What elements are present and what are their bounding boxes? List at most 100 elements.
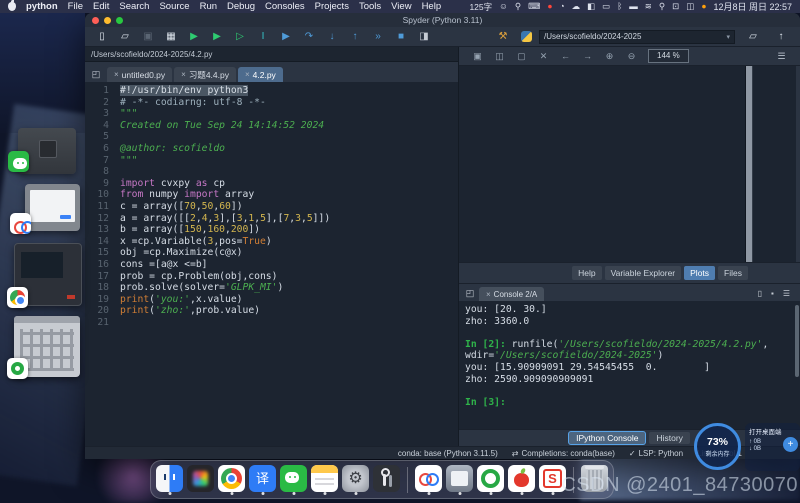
dock-launchpad[interactable] [187,463,214,496]
console-output[interactable]: you: [20. 30.]zho: 3360.0In [2]: runfile… [459,301,800,429]
emoji-icon[interactable]: ☺ [499,2,508,11]
bluetooth-icon[interactable]: ᛒ [617,2,622,11]
editor-tab-习题4.4.py[interactable]: ×习题4.4.py [174,67,236,82]
save-plot-icon[interactable]: ▣ [467,49,488,63]
console-scrollbar[interactable] [795,305,799,377]
preferences-icon[interactable]: ⚒ [492,29,514,44]
airplay-icon[interactable]: ◔ [559,2,564,11]
zoom-in-icon[interactable]: ⊕ [599,49,620,63]
options-menu-icon[interactable]: ☰ [783,289,790,298]
continue-icon[interactable]: » [367,29,389,44]
dock-keychain[interactable] [373,463,400,496]
zoom-button[interactable] [116,17,123,24]
dock-translate[interactable]: 译 [249,463,276,496]
code-editor[interactable]: 1#!/usr/bin/env python32# -*- codiarng: … [85,82,458,446]
menu-item-help[interactable]: Help [422,1,442,12]
parent-dir-icon[interactable]: ↑ [770,29,792,44]
editor-tab-untitled0.py[interactable]: ×untitled0.py [107,67,172,82]
menu-item-debug[interactable]: Debug [227,1,255,12]
completions-status[interactable]: ⇄ Completions: conda(base) [512,449,615,458]
open-dir-icon[interactable]: ▱ [742,29,764,44]
close-icon[interactable]: × [245,70,250,79]
conda-env-status[interactable]: conda: base (Python 3.11.5) [398,449,498,458]
menu-item-search[interactable]: Search [119,1,149,12]
input-source-indicator[interactable]: 125字 [469,1,492,13]
minimize-button[interactable] [104,17,111,24]
console-tab[interactable]: × Console 2/A [479,287,544,301]
tab-ipython-console[interactable]: IPython Console [569,432,645,444]
menu-item-consoles[interactable]: Consoles [265,1,305,12]
memory-panel-title[interactable]: 打开桌面端 [749,429,782,436]
open-file-icon[interactable]: ▱ [114,29,136,44]
run-cell-icon[interactable]: ▶ [206,29,228,44]
menu-item-file[interactable]: File [68,1,83,12]
plots-zoom-level[interactable]: 144 % [648,49,689,63]
record-icon[interactable]: ● [547,2,552,11]
step-into-icon[interactable]: ↓ [321,29,343,44]
display-icon[interactable]: ⊡ [672,2,679,11]
mic-icon[interactable]: ⚲ [515,2,521,11]
close-icon[interactable]: × [114,70,119,79]
new-console-icon[interactable]: ▯ [758,289,762,298]
new-file-icon[interactable]: ▯ [91,29,113,44]
keyboard-icon[interactable]: ⌨ [528,2,540,11]
close-button[interactable] [92,17,99,24]
titlebar[interactable]: Spyder (Python 3.11) [85,13,800,27]
cloud-icon[interactable]: ☁ [572,2,581,11]
dock-screenshot[interactable] [446,463,473,496]
dock-settings[interactable]: ⚙ [342,463,369,496]
pane-tab-plots[interactable]: Plots [684,266,715,280]
menu-item-edit[interactable]: Edit [93,1,109,12]
menubar-clock[interactable]: 12月8日 周日 22:57 [713,0,792,13]
browse-tabs-icon[interactable]: ◰ [89,69,103,80]
save-all-icon[interactable]: ▦ [160,29,182,44]
run-selection-icon[interactable]: I [252,29,274,44]
close-icon[interactable]: × [181,70,186,79]
search-icon[interactable]: ⚲ [659,2,665,11]
dock-notes[interactable] [311,463,338,496]
menu-item-tools[interactable]: Tools [359,1,381,12]
stage-thumb-dialog-window[interactable] [25,184,80,231]
pane-tab-variable-explorer[interactable]: Variable Explorer [605,266,682,280]
step-over-icon[interactable]: ↷ [298,29,320,44]
save-icon[interactable]: ▣ [137,29,159,44]
dock-finder[interactable] [156,463,183,496]
plot-canvas[interactable] [459,66,746,262]
editor-tab-4.2.py[interactable]: ×4.2.py [238,67,283,82]
plots-options-menu-icon[interactable]: ☰ [771,49,792,63]
menu-item-run[interactable]: Run [200,1,217,12]
apple-menu-icon[interactable] [8,2,16,11]
tab-history[interactable]: History [649,432,689,444]
memory-gauge[interactable]: 73% 剩余内存 [694,423,741,470]
input-switch-icon[interactable]: ● [701,2,706,11]
interrupt-kernel-icon[interactable]: ▪ [771,289,774,298]
maximize-pane-icon[interactable]: ◨ [413,29,435,44]
browse-tabs-icon[interactable]: ◰ [463,288,477,299]
zoom-out-icon[interactable]: ⊖ [621,49,642,63]
add-button[interactable]: + [783,437,798,452]
stop-icon[interactable]: ■ [390,29,412,44]
menu-item-source[interactable]: Source [159,1,189,12]
dock-chrome[interactable] [218,463,245,496]
previous-plot-icon[interactable]: ← [555,49,576,63]
debug-icon[interactable]: ▶ [275,29,297,44]
battery-icon[interactable]: ▬ [629,2,638,11]
stage-manager-icon[interactable]: ◧ [587,2,595,11]
remove-plot-icon[interactable]: ▢ [511,49,532,63]
dock-wechat[interactable] [280,463,307,496]
screen-mirroring-icon[interactable]: ▭ [602,2,610,11]
dock-greenring[interactable] [477,463,504,496]
plot-thumbnails-list[interactable] [752,66,796,262]
lsp-status[interactable]: ✓ LSP: Python [629,449,683,458]
wifi-icon[interactable]: ≋ [645,2,652,11]
menu-item-projects[interactable]: Projects [315,1,349,12]
control-center-icon[interactable]: ◫ [686,2,694,11]
pane-tab-files[interactable]: Files [718,266,748,280]
menu-item-view[interactable]: View [391,1,411,12]
next-plot-icon[interactable]: → [577,49,598,63]
working-directory-select[interactable]: /Users/scofieldo/2024-2025 ▾ [539,30,735,44]
pane-tab-help[interactable]: Help [572,266,601,280]
menu-app-name[interactable]: python [26,1,58,12]
dock-apple[interactable] [508,463,535,496]
remove-all-plots-icon[interactable]: ✕ [533,49,554,63]
